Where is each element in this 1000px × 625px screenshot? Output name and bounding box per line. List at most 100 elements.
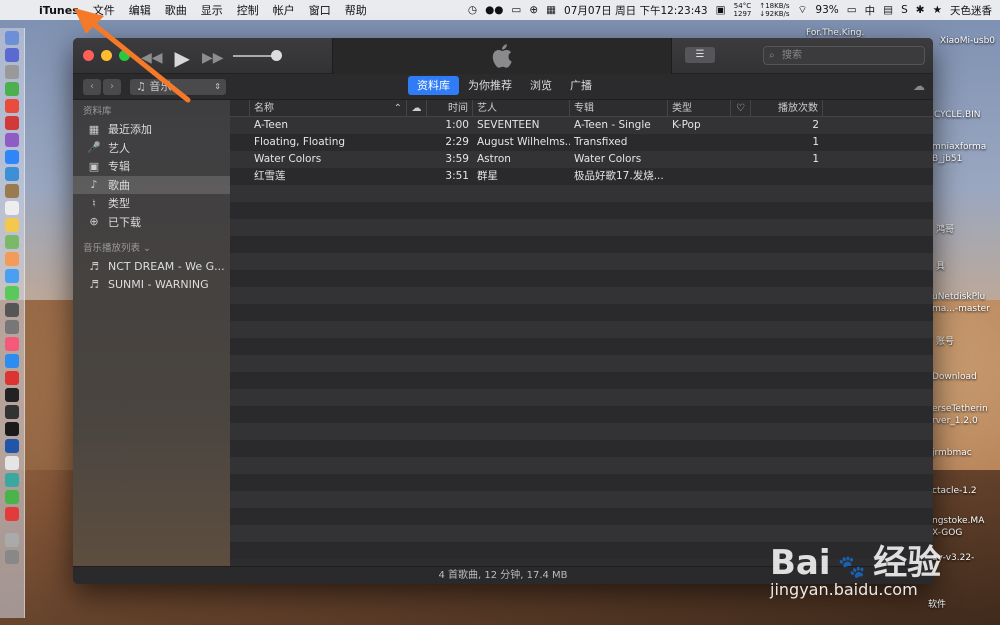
menu-account[interactable]: 帐户: [266, 2, 302, 18]
appstore-icon[interactable]: [5, 354, 19, 368]
column-header-plays[interactable]: 播放次数: [751, 100, 823, 117]
bluetooth-icon[interactable]: ✱: [916, 4, 925, 16]
desktop-item[interactable]: rver_1.2.0: [932, 416, 978, 426]
s-app-icon[interactable]: S: [901, 4, 908, 16]
baidu-watermark: Bai 🐾 经验 jingyan.baidu.com: [770, 520, 995, 605]
finder-icon[interactable]: [5, 31, 19, 45]
menu-window[interactable]: 窗口: [302, 2, 338, 18]
network-stats[interactable]: ↑18KB/s ↓92KB/s: [759, 2, 789, 18]
globe-icon[interactable]: ⊕: [529, 4, 538, 16]
sensor-stats[interactable]: 54°C 1297: [734, 2, 752, 18]
itunes-window: ◀◀ ▶ ▶▶ ☰ ⌕ 搜索 ‹ › ♫ 音乐 ⇕ 资料库 为你推荐 浏览 广播…: [73, 38, 933, 584]
desktop-item[interactable]: ctacle-1.2: [932, 486, 977, 496]
app-tray-icon[interactable]: ▣: [716, 4, 726, 16]
datetime[interactable]: 07月07日 周日 下午12:23:43: [564, 3, 708, 18]
playlists-header[interactable]: 音乐播放列表 ⌄: [73, 237, 230, 257]
chrome-icon[interactable]: [5, 99, 19, 113]
next-icon[interactable]: ▶▶: [202, 50, 224, 66]
settings-icon[interactable]: [5, 303, 19, 317]
star-icon[interactable]: ★: [933, 4, 942, 16]
calendar-dock-icon[interactable]: [5, 201, 19, 215]
desktop-item[interactable]: For.The.King.: [806, 28, 864, 38]
wechat-2-icon[interactable]: [5, 490, 19, 504]
desktop-item[interactable]: Download: [932, 372, 977, 382]
messages-icon[interactable]: [5, 269, 19, 283]
menu-controls[interactable]: 控制: [230, 2, 266, 18]
sidebar-item-recently-added[interactable]: ▦ 最近添加: [73, 120, 230, 139]
launchpad-icon[interactable]: [5, 48, 19, 62]
desktop-item[interactable]: mniaxforma: [932, 142, 986, 152]
app-purple-icon[interactable]: [5, 133, 19, 147]
desktop-item[interactable]: B_jb51: [932, 154, 962, 164]
desktop-item[interactable]: ma...-master: [932, 304, 990, 314]
activity-icon[interactable]: [5, 405, 19, 419]
android-icon[interactable]: [5, 82, 19, 96]
tab-for-you[interactable]: 为你推荐: [459, 76, 521, 95]
music-icon[interactable]: [5, 337, 19, 351]
dots-icon[interactable]: ●●: [485, 4, 503, 16]
terminal-icon[interactable]: [5, 388, 19, 402]
column-header-name[interactable]: 名称 ⌃: [250, 100, 407, 117]
notes-icon[interactable]: [5, 184, 19, 198]
calendar-icon[interactable]: ▦: [546, 4, 556, 16]
weibo-icon[interactable]: [5, 507, 19, 521]
heart-icon[interactable]: ♡: [731, 100, 751, 117]
stickies-icon[interactable]: [5, 218, 19, 232]
icloud-status-icon[interactable]: ☁: [913, 79, 925, 93]
desktop-item[interactable]: 账号: [936, 334, 954, 347]
rocket-icon[interactable]: [5, 65, 19, 79]
sidebar-item-albums[interactable]: ▣ 专辑: [73, 157, 230, 176]
tab-radio[interactable]: 广播: [561, 76, 601, 95]
column-header-artist[interactable]: 艺人: [473, 100, 570, 117]
menu-help[interactable]: 帮助: [338, 2, 374, 18]
folder-icon[interactable]: [5, 533, 19, 547]
system-pref-icon[interactable]: [5, 320, 19, 334]
table-row[interactable]: Water Colors 3:59 Astron Water Colors 1: [230, 151, 933, 168]
desktop-item[interactable]: erseTetherin: [932, 404, 988, 414]
desktop-item[interactable]: 具: [936, 259, 945, 272]
column-header-genre[interactable]: 类型: [668, 100, 731, 117]
vivaldi-icon[interactable]: [5, 371, 19, 385]
sidebar-item-downloaded[interactable]: ⊕ 已下载: [73, 213, 230, 232]
volume-knob[interactable]: [271, 50, 282, 61]
desktop-item[interactable]: uNetdiskPlu: [932, 292, 985, 302]
safari-icon[interactable]: [5, 150, 19, 164]
screen-icon[interactable]: ▭: [511, 4, 521, 16]
sidebar-playlist-item[interactable]: ♬ SUNMI - WARNING: [73, 276, 230, 295]
console-icon[interactable]: [5, 422, 19, 436]
column-header-time[interactable]: 时间: [427, 100, 473, 117]
maps-icon[interactable]: [5, 235, 19, 249]
yandex-icon[interactable]: [5, 456, 19, 470]
cloud-column-icon[interactable]: ☁: [407, 100, 427, 117]
sidebar-item-genres[interactable]: ♮ 类型: [73, 194, 230, 213]
sidebar-playlist-item[interactable]: ♬ NCT DREAM - We G...: [73, 257, 230, 276]
user-name[interactable]: 天色迷香: [950, 3, 992, 18]
tab-library[interactable]: 资料库: [408, 76, 459, 95]
up-next-button[interactable]: ☰: [685, 47, 715, 63]
preview-icon[interactable]: [5, 167, 19, 181]
desktop-item[interactable]: jrmbmac: [932, 448, 972, 458]
input-method[interactable]: 中: [865, 3, 876, 18]
table-row[interactable]: 红雪莲 3:51 群星 极品好歌17.发烧...: [230, 168, 933, 185]
vpn-icon[interactable]: [5, 439, 19, 453]
column-header-album[interactable]: 专辑: [570, 100, 668, 117]
app-teal-icon[interactable]: [5, 473, 19, 487]
search-field[interactable]: ⌕ 搜索: [763, 46, 925, 65]
tab-browse[interactable]: 浏览: [521, 76, 561, 95]
desktop-item[interactable]: 鸿哥: [936, 222, 954, 235]
wechat-icon[interactable]: [5, 286, 19, 300]
wifi-icon[interactable]: ⌔: [798, 3, 808, 17]
battery-icon[interactable]: ▭: [847, 4, 857, 16]
sidebar-item-artists[interactable]: 🎤 艺人: [73, 139, 230, 158]
trash-icon[interactable]: [5, 550, 19, 564]
grid-icon[interactable]: ▤: [883, 4, 893, 16]
sidebar-item-songs[interactable]: ♪ 歌曲: [73, 175, 230, 194]
desktop-item[interactable]: CYCLE.BIN: [934, 110, 981, 120]
battery-percent[interactable]: 93%: [815, 4, 838, 16]
clock-icon[interactable]: ◷: [468, 4, 477, 16]
desktop-item[interactable]: XiaoMi-usb0: [940, 36, 995, 46]
table-row[interactable]: Floating, Floating 2:29 August Wilhelms...…: [230, 134, 933, 151]
photos-icon[interactable]: [5, 252, 19, 266]
table-row[interactable]: A-Teen 1:00 SEVENTEEN A-Teen - Single K-Pop 2: [230, 117, 933, 134]
app-red-icon[interactable]: [5, 116, 19, 130]
